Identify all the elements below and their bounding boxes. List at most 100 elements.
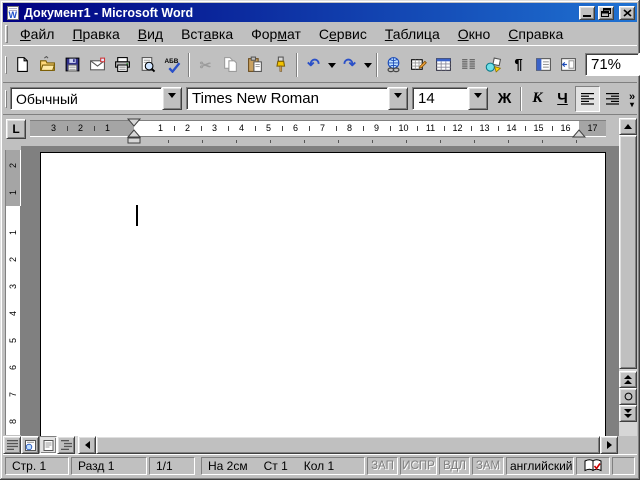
menu-file[interactable]: Файл — [11, 24, 63, 44]
standard-toolbar-grip[interactable] — [5, 55, 7, 74]
print-layout-view-button[interactable] — [39, 436, 57, 454]
print-preview-button[interactable] — [135, 52, 160, 78]
print-button[interactable] — [110, 52, 135, 78]
undo-dropdown[interactable] — [326, 52, 337, 78]
next-page-button[interactable] — [619, 405, 637, 422]
ruler-number: 7 — [8, 392, 18, 398]
show-formatting-marks-button[interactable]: ¶ — [506, 52, 531, 78]
horizontal-ruler[interactable]: 321 1 2 3 4 5 6 7 8 9 10 11 12 13 14 15 16 17 — [30, 120, 606, 137]
undo-button[interactable]: ↶ — [301, 52, 326, 78]
ruler-number: 7 — [309, 121, 336, 136]
italic-button[interactable]: К — [525, 86, 550, 112]
drawing-button[interactable] — [481, 52, 506, 78]
status-spelling-panel[interactable] — [576, 457, 610, 475]
status-page-count: 1/1 — [149, 457, 195, 475]
status-overtype[interactable]: ЗАМ — [472, 457, 504, 475]
new-document-icon — [17, 57, 28, 72]
new-document-button[interactable] — [10, 52, 35, 78]
menu-format[interactable]: Формат — [242, 24, 310, 44]
normal-view-button[interactable] — [3, 436, 21, 454]
more-buttons-formatting[interactable]: » ▾ — [625, 85, 639, 113]
redo-button[interactable]: ↷ — [337, 52, 362, 78]
status-language[interactable]: английский — [506, 457, 574, 475]
browse-ball-icon — [624, 392, 632, 401]
ruler-number: 15 — [525, 121, 552, 136]
vertical-ruler[interactable]: 21 12345678 — [5, 150, 21, 435]
open-button[interactable] — [35, 52, 60, 78]
document-page[interactable] — [40, 152, 606, 436]
redo-dropdown[interactable] — [362, 52, 373, 78]
select-browse-object-button[interactable] — [619, 388, 637, 405]
style-dropdown-button[interactable] — [162, 87, 182, 110]
copy-button[interactable] — [218, 52, 243, 78]
status-section: Разд 1 — [71, 457, 147, 475]
menu-tools[interactable]: Сервис — [310, 24, 376, 44]
menu-help[interactable]: Справка — [499, 24, 572, 44]
style-value[interactable]: Обычный — [10, 87, 162, 110]
previous-page-button[interactable] — [619, 371, 637, 388]
font-dropdown-button[interactable] — [388, 87, 408, 110]
insert-hyperlink-button[interactable] — [381, 52, 406, 78]
ruler-number: 6 — [282, 121, 309, 136]
font-size-combo[interactable]: 14 — [412, 87, 488, 110]
zoom-combo[interactable]: 71% — [585, 53, 640, 76]
horizontal-scroll-thumb[interactable] — [96, 436, 600, 454]
menu-view[interactable]: Вид — [129, 24, 172, 44]
web-layout-view-button[interactable] — [21, 436, 39, 454]
tables-and-borders-button[interactable] — [406, 52, 431, 78]
ruler-number: 2 — [174, 121, 201, 136]
spelling-button[interactable]: АБВ — [160, 52, 185, 78]
status-extend-selection[interactable]: ВДЛ — [439, 457, 470, 475]
cut-button[interactable]: ✂ — [193, 52, 218, 78]
scroll-right-button[interactable] — [600, 436, 618, 454]
font-combo[interactable]: Times New Roman — [186, 87, 408, 110]
vertical-scroll-thumb[interactable] — [619, 135, 637, 369]
fit-page-button[interactable] — [556, 52, 581, 78]
status-track-changes[interactable]: ИСПР — [400, 457, 437, 475]
hyperlink-globe-icon — [387, 57, 400, 73]
zoom-value[interactable]: 71% — [585, 53, 639, 76]
font-value[interactable]: Times New Roman — [186, 87, 388, 110]
document-workspace — [21, 146, 619, 436]
print-preview-icon — [141, 57, 156, 73]
dropdown-arrow-icon — [363, 62, 372, 72]
save-button[interactable] — [60, 52, 85, 78]
svg-text:АБВ: АБВ — [165, 58, 179, 65]
title-bar[interactable]: W Документ1 - Microsoft Word — [3, 3, 637, 22]
menu-edit[interactable]: Правка — [63, 24, 128, 44]
status-bar: Стр. 1 Разд 1 1/1 На 2см Ст 1 Кол 1 ЗАП … — [3, 454, 637, 477]
format-painter-button[interactable] — [268, 52, 293, 78]
paste-button[interactable] — [243, 52, 268, 78]
style-combo[interactable]: Обычный — [10, 87, 182, 110]
formatting-toolbar-grip[interactable] — [5, 89, 7, 108]
document-map-button[interactable] — [531, 52, 556, 78]
menubar-grip[interactable] — [5, 24, 8, 43]
scroll-up-button[interactable] — [619, 118, 637, 135]
tab-selector-button[interactable]: L — [6, 119, 26, 139]
bold-button[interactable]: Ж — [492, 86, 517, 112]
status-record-macro[interactable]: ЗАП — [367, 457, 398, 475]
ruler-number: 1 — [8, 190, 18, 196]
minimize-button[interactable] — [579, 5, 595, 20]
vertical-scrollbar[interactable] — [619, 118, 637, 436]
align-right-button[interactable] — [600, 86, 625, 112]
save-floppy-icon — [65, 57, 80, 72]
align-left-button[interactable] — [575, 85, 600, 112]
close-button[interactable] — [619, 5, 635, 20]
scrollbar-corner — [618, 436, 637, 454]
font-size-value[interactable]: 14 — [412, 87, 468, 110]
menu-window[interactable]: Окно — [449, 24, 500, 44]
underline-button[interactable]: Ч — [550, 86, 575, 112]
insert-table-button[interactable] — [431, 52, 456, 78]
ruler-number: 4 — [228, 121, 255, 136]
dropdown-arrow-icon — [394, 93, 402, 102]
restore-button[interactable] — [598, 5, 614, 20]
web-layout-icon — [24, 439, 36, 451]
columns-button[interactable] — [456, 52, 481, 78]
scroll-left-button[interactable] — [78, 436, 96, 454]
outline-view-button[interactable] — [57, 436, 75, 454]
menu-table[interactable]: Таблица — [376, 24, 449, 44]
font-size-dropdown-button[interactable] — [468, 87, 488, 110]
email-button[interactable] — [85, 52, 110, 78]
menu-insert[interactable]: Вставка — [172, 24, 242, 44]
